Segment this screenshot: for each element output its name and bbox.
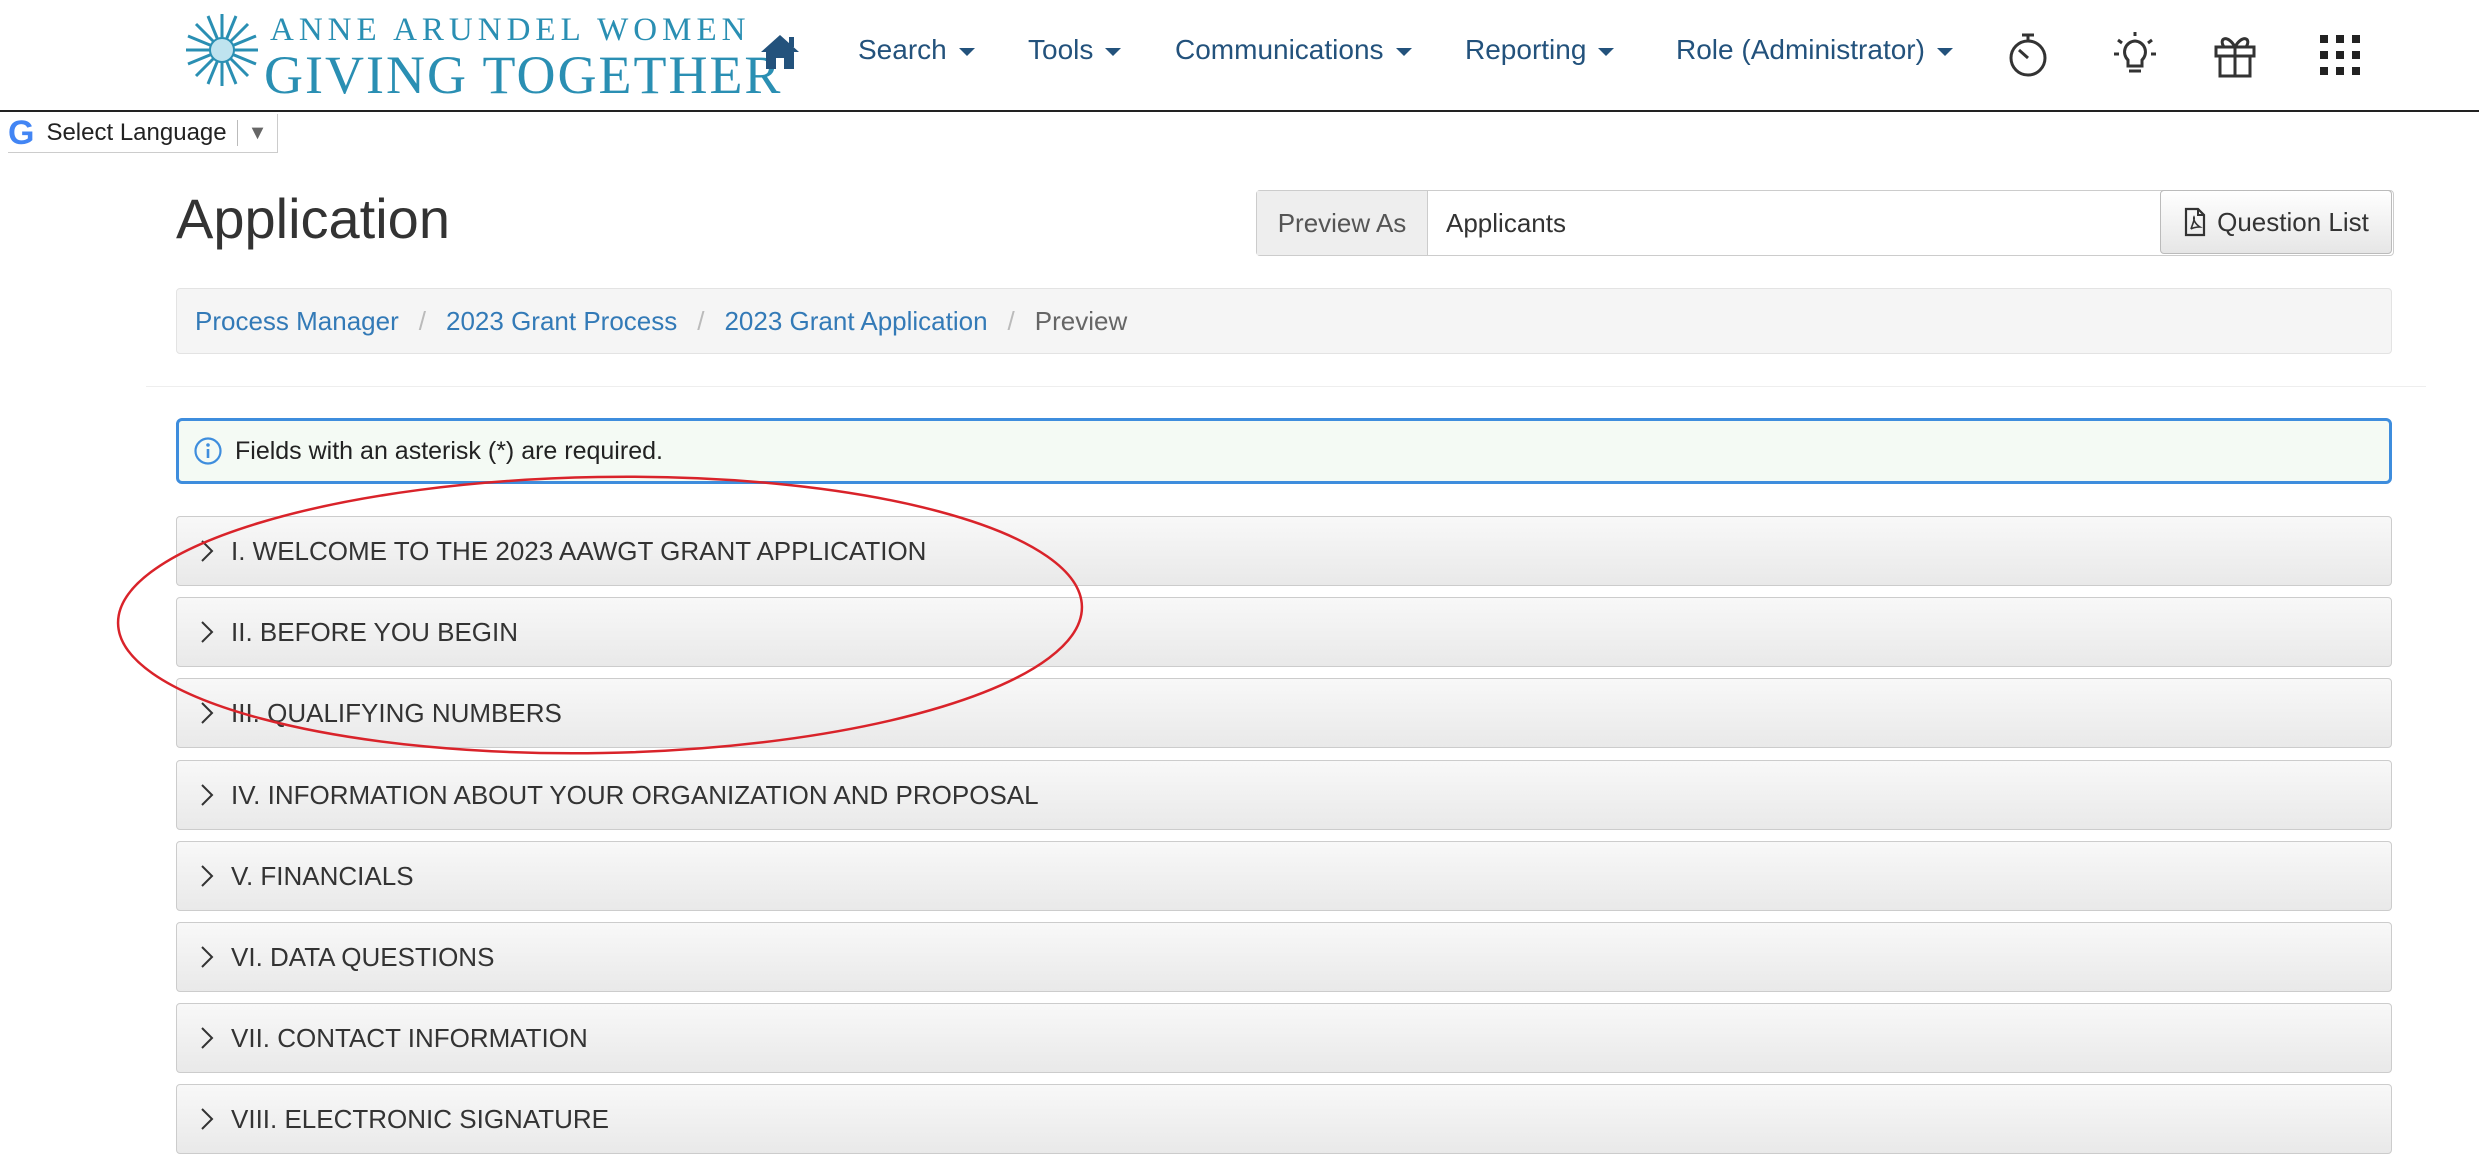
nav-search-menu[interactable]: Search	[858, 34, 975, 66]
section-label: VIII. ELECTRONIC SIGNATURE	[231, 1103, 610, 1134]
google-translate-widget[interactable]: G Select Language ▼	[8, 114, 279, 153]
caret-down-icon	[1105, 47, 1122, 56]
nav-role-menu[interactable]: Role (Administrator)	[1676, 34, 1953, 66]
chevron-right-icon	[201, 865, 214, 887]
apps-grid-icon[interactable]	[2315, 30, 2365, 80]
breadcrumb-2023-grant-process[interactable]: 2023 Grant Process	[446, 306, 677, 337]
dropdown-arrow-icon: ▼	[247, 121, 268, 144]
breadcrumb-preview-current: Preview	[1034, 305, 1128, 336]
breadcrumb-separator: /	[697, 305, 705, 336]
section-label: V. FINANCIALS	[231, 860, 414, 891]
divider	[236, 120, 238, 146]
info-icon	[194, 437, 222, 465]
google-g-icon: G	[8, 114, 35, 152]
section-label: VII. CONTACT INFORMATION	[231, 1022, 588, 1053]
nav-reporting-label: Reporting	[1465, 34, 1587, 65]
chevron-right-icon	[201, 946, 214, 968]
section-financials[interactable]: V. FINANCIALS	[176, 841, 2392, 911]
brand-logo[interactable]: ANNE ARUNDEL WOMEN GIVING TOGETHER	[182, 6, 780, 106]
nav-communications-label: Communications	[1175, 34, 1384, 65]
caret-down-icon	[1395, 47, 1412, 56]
brand-line2: GIVING TOGETHER	[264, 45, 783, 105]
section-electronic-signature[interactable]: VIII. ELECTRONIC SIGNATURE	[176, 1084, 2392, 1154]
chevron-right-icon	[201, 702, 214, 724]
preview-as-selected-value: Applicants	[1446, 207, 1566, 238]
required-fields-alert: Fields with an asterisk (*) are required…	[176, 418, 2392, 484]
preview-as-label: Preview As	[1257, 191, 1428, 255]
section-label: I. WELCOME TO THE 2023 AAWGT GRANT APPLI…	[231, 535, 927, 566]
sun-logo-icon	[186, 14, 258, 86]
breadcrumb-separator: /	[1007, 305, 1015, 336]
breadcrumb-separator: /	[418, 305, 426, 336]
top-navbar: ANNE ARUNDEL WOMEN GIVING TOGETHER Searc…	[0, 0, 2479, 112]
chevron-right-icon	[201, 621, 214, 643]
section-label: IV. INFORMATION ABOUT YOUR ORGANIZATION …	[231, 779, 1039, 810]
lightbulb-icon[interactable]	[2110, 30, 2160, 80]
chevron-right-icon	[201, 540, 214, 562]
caret-down-icon	[958, 47, 975, 56]
question-list-label: Question List	[2217, 206, 2369, 237]
section-label: III. QUALIFYING NUMBERS	[231, 697, 562, 728]
nav-role-label: Role (Administrator)	[1676, 34, 1925, 65]
nav-communications-menu[interactable]: Communications	[1175, 34, 1412, 66]
section-contact-information[interactable]: VII. CONTACT INFORMATION	[176, 1003, 2392, 1073]
select-language-label: Select Language	[46, 119, 227, 146]
breadcrumb: Process Manager / 2023 Grant Process / 2…	[176, 288, 2392, 354]
nav-tools-menu[interactable]: Tools	[1028, 34, 1122, 66]
chevron-right-icon	[201, 1027, 214, 1049]
nav-search-label: Search	[858, 34, 947, 65]
home-icon[interactable]	[758, 32, 802, 72]
caret-down-icon	[1598, 47, 1615, 56]
page-title: Application	[176, 187, 450, 250]
section-before-you-begin[interactable]: II. BEFORE YOU BEGIN	[176, 597, 2392, 667]
section-label: II. BEFORE YOU BEGIN	[231, 616, 519, 647]
breadcrumb-process-manager[interactable]: Process Manager	[195, 306, 399, 337]
required-fields-text: Fields with an asterisk (*) are required…	[235, 436, 663, 465]
nav-tools-label: Tools	[1028, 34, 1094, 65]
section-welcome[interactable]: I. WELCOME TO THE 2023 AAWGT GRANT APPLI…	[176, 516, 2392, 586]
section-data-questions[interactable]: VI. DATA QUESTIONS	[176, 922, 2392, 992]
stopwatch-icon[interactable]	[2003, 30, 2053, 80]
divider-line	[146, 386, 2426, 387]
section-organization-proposal[interactable]: IV. INFORMATION ABOUT YOUR ORGANIZATION …	[176, 760, 2392, 830]
section-label: VI. DATA QUESTIONS	[231, 941, 495, 972]
chevron-right-icon	[201, 1108, 214, 1130]
caret-down-icon	[1936, 47, 1953, 56]
chevron-right-icon	[201, 784, 214, 806]
gift-icon[interactable]	[2210, 30, 2260, 80]
nav-reporting-menu[interactable]: Reporting	[1465, 34, 1615, 66]
pdf-file-icon	[2185, 207, 2206, 237]
question-list-button[interactable]: Question List	[2160, 190, 2392, 254]
section-qualifying-numbers[interactable]: III. QUALIFYING NUMBERS	[176, 678, 2392, 748]
breadcrumb-2023-grant-application[interactable]: 2023 Grant Application	[724, 306, 987, 337]
